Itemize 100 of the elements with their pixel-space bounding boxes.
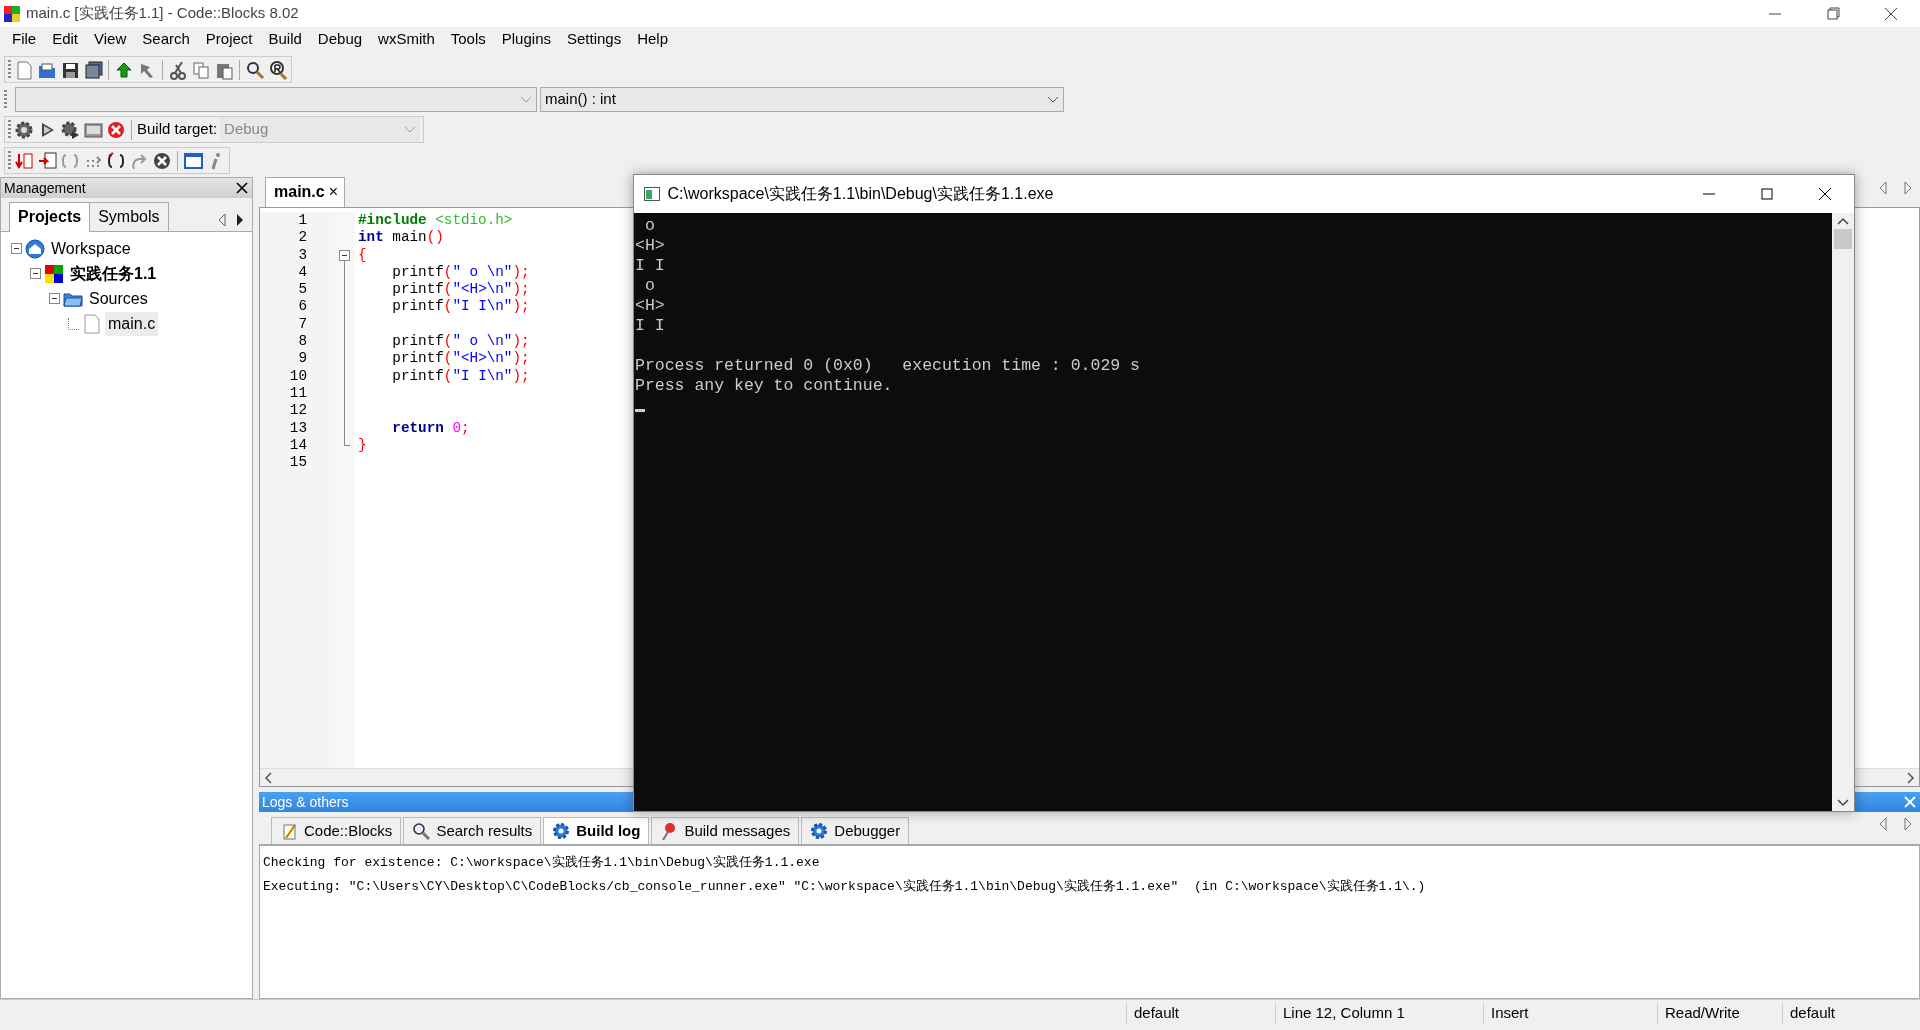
- abort-icon[interactable]: [106, 119, 126, 140]
- window-title: main.c [实践任务1.1] - Code::Blocks 8.02: [26, 3, 299, 24]
- console-icon: [644, 187, 660, 201]
- line-number: 6: [297, 298, 307, 316]
- search-icon: [412, 821, 431, 840]
- editor-tab[interactable]: main.c ×: [265, 177, 346, 207]
- code-line: }: [358, 436, 368, 455]
- stop-icon[interactable]: [152, 150, 172, 171]
- close-icon[interactable]: [1816, 185, 1834, 203]
- console-message: Process returned 0 (0x0) execution time : 0.029 s: [635, 356, 1141, 376]
- line-number: 14: [288, 436, 307, 455]
- tree-item[interactable]: Workspace: [48, 236, 134, 261]
- gear-icon: [810, 821, 829, 840]
- save-all-icon[interactable]: [83, 59, 103, 80]
- line-number: 13: [288, 419, 307, 437]
- left-arrow-icon[interactable]: [1877, 817, 1888, 832]
- menu-item[interactable]: Debug: [309, 28, 371, 51]
- build-target-label: Build target:: [137, 119, 218, 140]
- note-icon: [280, 821, 298, 840]
- gear-play-icon[interactable]: [60, 119, 80, 140]
- line-number: 8: [297, 333, 307, 351]
- line-number: 1: [297, 212, 307, 230]
- console-output-line: o: [643, 276, 656, 296]
- panel-tab[interactable]: Projects: [9, 202, 91, 232]
- code-line: #include <stdio.h>: [358, 212, 514, 230]
- app-logo-icon: [4, 5, 20, 22]
- line-number: 15: [288, 454, 307, 472]
- console-message: Press any key to continue.: [635, 376, 894, 396]
- collapse-icon[interactable]: [49, 293, 60, 304]
- window-title: C:\workspace\实践任务1.1\bin\Debug\实践任务1.1.exe: [667, 184, 1055, 204]
- function-dropdown[interactable]: main() : int: [540, 87, 1064, 112]
- status-text: default: [1790, 1003, 1836, 1024]
- maximize-icon[interactable]: [1758, 185, 1776, 203]
- scrollbar-thumb[interactable]: [1834, 229, 1852, 249]
- scroll-left-icon[interactable]: [264, 771, 272, 784]
- menu-item[interactable]: Project: [197, 28, 261, 51]
- log-tab[interactable]: Debugger: [801, 816, 910, 844]
- menu-item[interactable]: Build: [260, 28, 310, 51]
- tree-item[interactable]: 实践任务1.1: [67, 261, 160, 286]
- line-number: 10: [288, 367, 307, 385]
- close-icon[interactable]: [235, 181, 249, 195]
- panel-tab[interactable]: Symbols: [89, 202, 169, 231]
- menu-item[interactable]: Tools: [442, 28, 494, 51]
- log-tab[interactable]: Build log: [543, 816, 650, 844]
- right-arrow-icon[interactable]: [234, 213, 245, 228]
- scroll-down-icon[interactable]: [1837, 799, 1849, 807]
- menu-item[interactable]: Help: [629, 28, 677, 51]
- log-tab[interactable]: Build messages: [651, 816, 800, 844]
- menu-item[interactable]: Plugins: [493, 28, 559, 51]
- replace-icon[interactable]: [268, 59, 288, 80]
- menu-item[interactable]: File: [4, 28, 45, 51]
- menu-item[interactable]: View: [86, 28, 135, 51]
- line-number: 4: [297, 263, 307, 282]
- menu-item[interactable]: wxSmith: [370, 28, 443, 51]
- line-number: 11: [288, 384, 307, 403]
- code-line: printf("<H>\n");: [391, 281, 530, 299]
- status-text: default: [1134, 1003, 1180, 1024]
- line-number: 5: [297, 281, 307, 299]
- code-line: printf("I I\n");: [391, 367, 530, 385]
- status-text: Line 12, Column 1: [1283, 1003, 1405, 1024]
- log-tab[interactable]: Code::Blocks: [271, 816, 402, 844]
- line-number: 9: [297, 350, 307, 368]
- console-output-line: <H>: [635, 296, 666, 316]
- code-line: printf(" o \n");: [391, 263, 530, 282]
- scroll-right-icon[interactable]: [1907, 771, 1915, 784]
- menu-item[interactable]: Settings: [559, 28, 630, 51]
- search-icon[interactable]: [245, 59, 265, 80]
- code-line: printf("I I\n");: [391, 298, 530, 316]
- project-icon: [44, 263, 64, 284]
- menu-item[interactable]: Search: [134, 28, 198, 51]
- menu-item[interactable]: Edit: [44, 28, 87, 51]
- status-text: Insert: [1491, 1003, 1529, 1024]
- fold-icon[interactable]: [339, 249, 350, 261]
- line-number: 2: [297, 229, 307, 247]
- status-text: Read/Write: [1665, 1003, 1740, 1024]
- scroll-up-icon[interactable]: [1837, 217, 1849, 225]
- line-number: 3: [297, 246, 307, 264]
- cut-icon[interactable]: [168, 59, 188, 80]
- log-tab[interactable]: Search results: [403, 816, 542, 844]
- tab-close-button[interactable]: ×: [328, 180, 339, 204]
- code-line: {: [358, 246, 368, 264]
- code-line: printf("<H>\n");: [391, 350, 530, 368]
- line-number: 12: [288, 402, 307, 420]
- code-line: printf(" o \n");: [391, 333, 530, 351]
- gear-icon[interactable]: [14, 119, 34, 140]
- console-output-line: o: [643, 216, 656, 236]
- collapse-icon[interactable]: [11, 243, 22, 254]
- tree-item[interactable]: Sources: [86, 286, 151, 311]
- left-arrow-icon[interactable]: [217, 213, 227, 228]
- copy-icon[interactable]: [191, 59, 211, 80]
- left-arrow-icon[interactable]: [1877, 181, 1888, 196]
- run-to-cursor-icon[interactable]: [37, 150, 57, 171]
- window-icon[interactable]: [183, 150, 203, 171]
- line-number: 7: [297, 315, 307, 334]
- collapse-icon[interactable]: [30, 268, 41, 279]
- panel-title: Logs & others: [262, 792, 349, 812]
- code-line: int main(): [358, 229, 445, 247]
- panel-title: Management: [4, 178, 87, 198]
- tree-item[interactable]: main.c: [105, 311, 159, 336]
- console-output-line: <H>: [635, 236, 666, 256]
